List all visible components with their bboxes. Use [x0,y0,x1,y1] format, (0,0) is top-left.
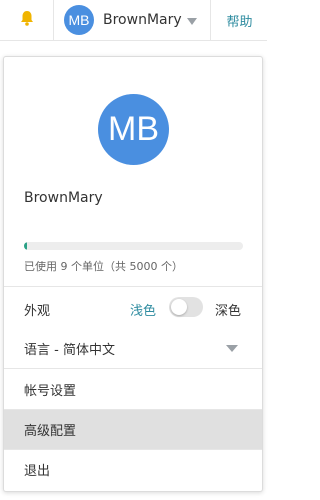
divider [4,368,262,369]
top-bar: MB BrownMary 帮助 [0,0,267,41]
user-dropdown-panel: MB BrownMary 已使用 9 个单位（共 5000 个） 外观 浅色 深… [3,56,263,492]
menu-item-logout[interactable]: 退出 [4,450,262,489]
chevron-down-icon [186,17,197,25]
menu-item-account-settings[interactable]: 帐号设置 [4,370,262,409]
chevron-down-icon[interactable] [226,345,238,352]
usage-progress-bar [24,242,243,250]
notifications-button[interactable] [0,0,54,40]
user-menu-toggle[interactable]: MB BrownMary [54,0,210,40]
username-label: BrownMary [103,12,182,28]
menu-item-advanced-settings[interactable]: 高级配置 [4,410,262,449]
toggle-knob [171,299,187,315]
profile-username: BrownMary [24,190,103,206]
theme-dark-option[interactable]: 深色 [215,300,241,319]
language-selector[interactable]: 语言 - 简体中文 [24,339,115,358]
theme-toggle[interactable] [169,297,203,317]
usage-text: 已使用 9 个单位（共 5000 个） [24,260,183,273]
bell-icon [20,10,34,30]
theme-light-option[interactable]: 浅色 [130,300,156,319]
usage-progress-fill [24,242,27,250]
divider [4,286,262,287]
profile-avatar: MB [98,94,169,165]
avatar: MB [64,5,94,35]
help-link[interactable]: 帮助 [210,0,268,40]
appearance-label: 外观 [24,304,51,319]
